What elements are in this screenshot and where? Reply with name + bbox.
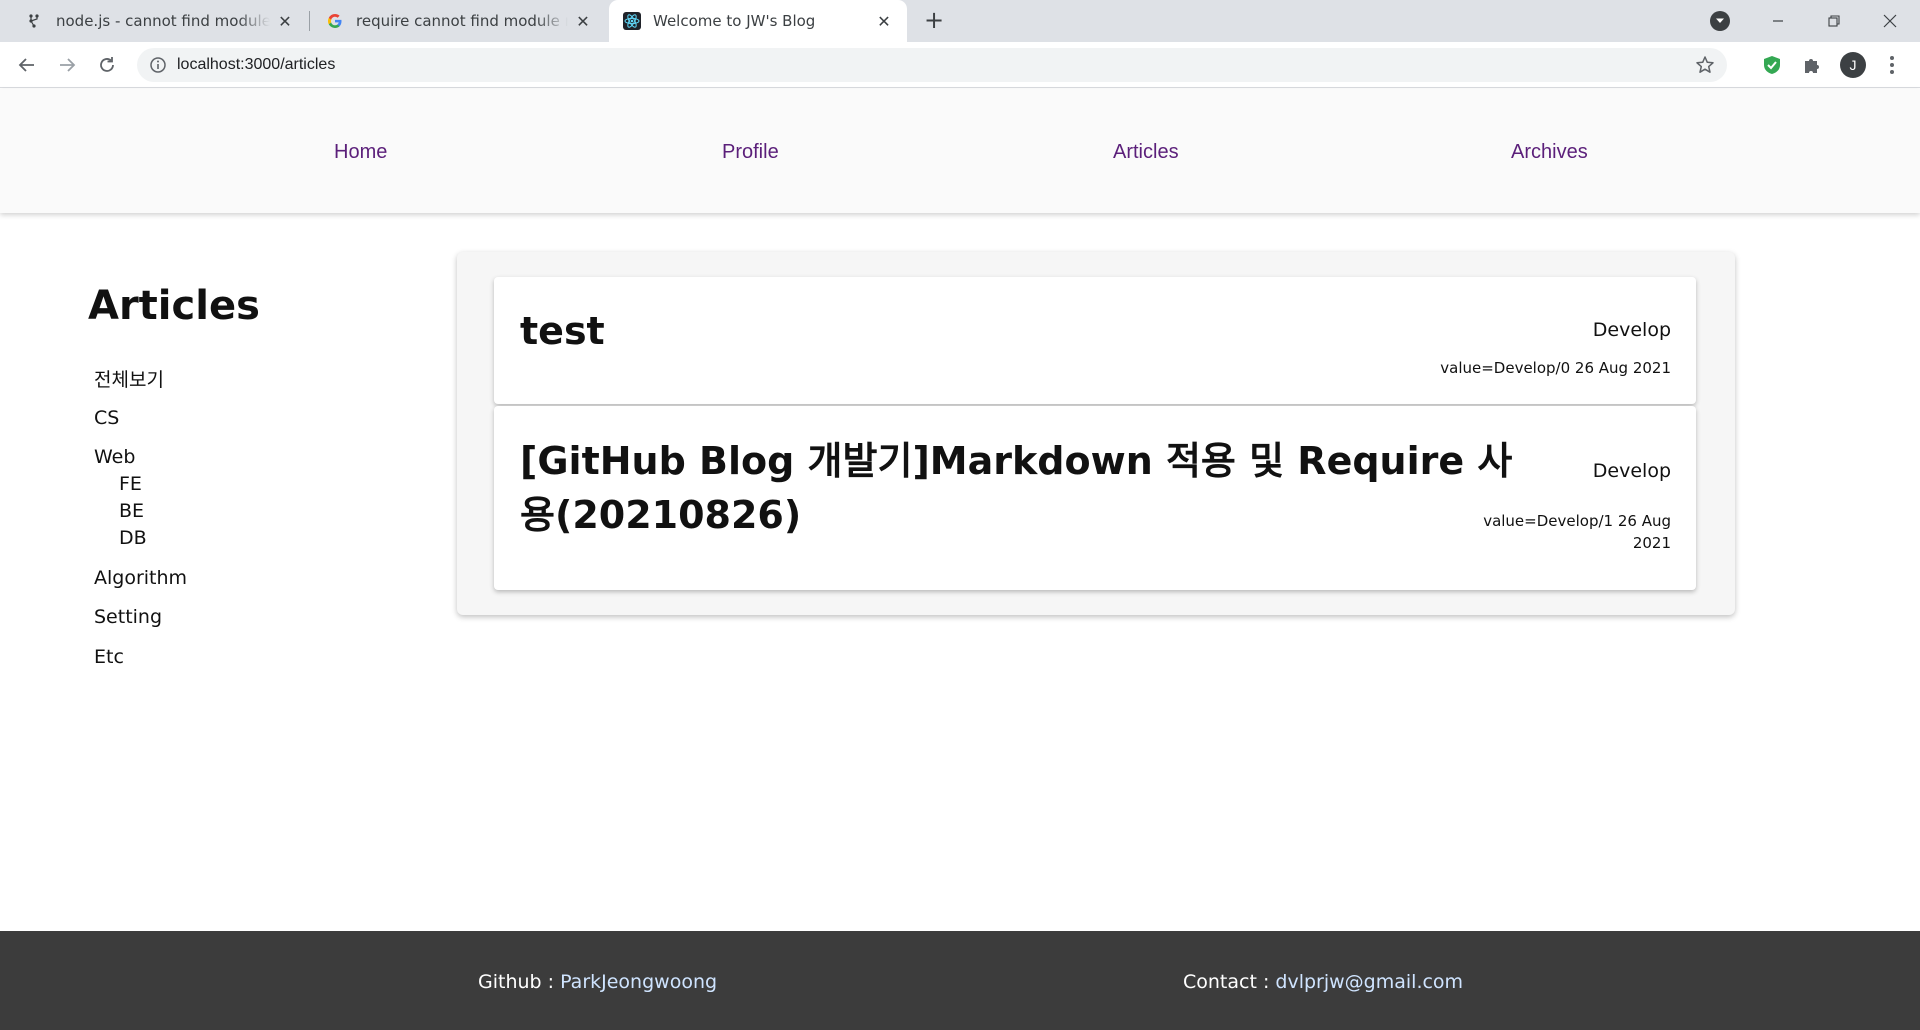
- close-tab-icon[interactable]: ✕: [574, 12, 592, 31]
- footer-contact-link[interactable]: dvlprjw@gmail.com: [1275, 971, 1463, 993]
- article-title[interactable]: test: [520, 304, 605, 358]
- footer-github: Github : ParkJeongwoong: [478, 971, 717, 993]
- article-card[interactable]: [GitHub Blog 개발기]Markdown 적용 및 Require 사…: [494, 406, 1696, 590]
- extensions-puzzle-icon[interactable]: [1800, 53, 1824, 77]
- article-meta: value=Develop/0 26 Aug 2021: [1440, 359, 1671, 377]
- sidebar-title: Articles: [88, 283, 260, 329]
- article-category: Develop: [1592, 460, 1671, 482]
- browser-toolbar: localhost:3000/articles J: [0, 42, 1920, 88]
- article-title-line: 용(20210826): [520, 493, 802, 537]
- site-header: Home Profile Articles Archives: [0, 89, 1920, 213]
- article-title[interactable]: [GitHub Blog 개발기]Markdown 적용 및 Require 사…: [520, 434, 1512, 542]
- close-tab-icon[interactable]: ✕: [875, 12, 893, 31]
- close-tab-icon[interactable]: ✕: [276, 12, 294, 31]
- back-icon[interactable]: [14, 52, 40, 78]
- google-icon: [326, 12, 344, 30]
- bookmark-star-icon[interactable]: [1695, 55, 1715, 75]
- browser-tab-google[interactable]: require cannot find module routes ✕: [312, 0, 606, 42]
- footer-github-label: Github :: [478, 971, 561, 993]
- sidebar-subitem-be[interactable]: BE: [119, 500, 144, 522]
- nav-archives-link[interactable]: Archives: [1511, 141, 1588, 164]
- sidebar-subitem-db[interactable]: DB: [119, 527, 147, 549]
- sidebar-item-all[interactable]: 전체보기: [94, 365, 164, 392]
- browser-tab-blog[interactable]: Welcome to JW's Blog ✕: [609, 0, 907, 42]
- article-category: Develop: [1592, 319, 1671, 341]
- nav-profile-link[interactable]: Profile: [722, 141, 779, 164]
- tab-title: node.js - cannot find module 'routes': [56, 12, 270, 30]
- article-meta-line: value=Develop/1 26 Aug: [1483, 512, 1671, 530]
- sidebar-item-web[interactable]: Web: [94, 446, 135, 468]
- site-footer: Github : ParkJeongwoong Contact : dvlprj…: [0, 931, 1920, 1030]
- restore-icon[interactable]: [1806, 0, 1862, 42]
- nav-articles-link[interactable]: Articles: [1113, 141, 1179, 164]
- article-meta: value=Develop/1 26 Aug 2021: [1483, 510, 1671, 554]
- github-icon: [26, 12, 44, 30]
- footer-github-link[interactable]: ParkJeongwoong: [560, 971, 717, 993]
- site-info-icon[interactable]: [149, 56, 167, 74]
- forward-icon[interactable]: [54, 52, 80, 78]
- footer-contact: Contact : dvlprjw@gmail.com: [1183, 971, 1463, 993]
- profile-avatar[interactable]: J: [1840, 52, 1866, 78]
- sidebar-item-cs[interactable]: CS: [94, 407, 119, 429]
- close-window-icon[interactable]: [1862, 0, 1918, 42]
- minimize-icon[interactable]: [1750, 0, 1806, 42]
- sidebar-item-setting[interactable]: Setting: [94, 606, 162, 628]
- tab-divider: [309, 11, 310, 31]
- footer-contact-label: Contact :: [1183, 971, 1276, 993]
- sidebar-item-algorithm[interactable]: Algorithm: [94, 567, 187, 589]
- tab-title: require cannot find module routes: [356, 12, 568, 30]
- tab-search-icon[interactable]: [1710, 11, 1730, 31]
- article-title-line: [GitHub Blog 개발기]Markdown 적용 및 Require 사: [520, 439, 1513, 483]
- sidebar-item-etc[interactable]: Etc: [94, 646, 124, 668]
- browser-menu-icon[interactable]: [1882, 53, 1902, 77]
- article-meta-line: 2021: [1632, 534, 1671, 552]
- url-text: localhost:3000/articles: [177, 56, 336, 73]
- article-card[interactable]: test Develop value=Develop/0 26 Aug 2021: [494, 277, 1696, 404]
- reload-icon[interactable]: [94, 52, 120, 78]
- sidebar-subitem-fe[interactable]: FE: [119, 473, 142, 495]
- shield-extension-icon[interactable]: [1760, 53, 1784, 77]
- browser-tab-nodejs[interactable]: node.js - cannot find module 'routes' ✕: [12, 0, 308, 42]
- react-icon: [623, 12, 641, 30]
- tab-title: Welcome to JW's Blog: [653, 12, 816, 30]
- new-tab-button[interactable]: +: [920, 8, 948, 33]
- browser-tab-strip: node.js - cannot find module 'routes' ✕ …: [0, 0, 1920, 42]
- address-bar[interactable]: localhost:3000/articles: [137, 48, 1727, 82]
- nav-home-link[interactable]: Home: [334, 141, 387, 164]
